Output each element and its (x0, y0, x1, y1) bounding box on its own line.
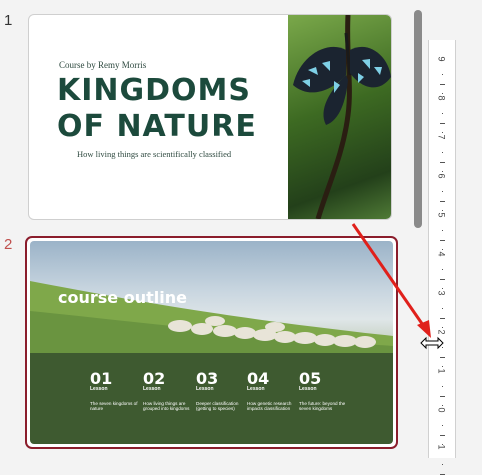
slide-thumbnail-2-selected[interactable]: course outline 01 Lesson The seven kingd… (25, 236, 398, 449)
ruler-tick (440, 83, 445, 85)
slide-thumbnail-1[interactable]: Course by Remy Morris KINGDOMS OF NATURE… (28, 14, 392, 220)
scrollbar-thumb[interactable] (414, 10, 422, 228)
lesson-4: 04 Lesson How genetic research impacts c… (247, 371, 297, 412)
lesson-3: 03 Lesson Deeper classification (getting… (196, 371, 246, 412)
lesson-description: How living things are grouped into kingd… (143, 401, 190, 412)
lesson-label: Lesson (299, 386, 317, 392)
lesson-number: 05 (299, 369, 322, 388)
lesson-label: Lesson (196, 386, 214, 392)
ruler-tick (442, 288, 443, 290)
ruler-tick (442, 73, 443, 75)
lesson-number: 03 (196, 369, 219, 388)
ruler-tick (442, 385, 443, 387)
ruler-tick (442, 112, 443, 114)
ruler-tick (440, 239, 445, 241)
slide-number-2: 2 (4, 236, 13, 253)
ruler-tick (442, 190, 443, 192)
ruler-digit: 1 (436, 368, 447, 374)
ruler-digit: 3 (436, 290, 447, 296)
slide-number-1: 1 (4, 12, 13, 29)
ruler-tick (440, 161, 445, 163)
ruler-tick (442, 327, 443, 329)
lesson-description: The seven kingdoms of nature (90, 401, 138, 412)
lesson-description: Deeper classification (getting to specie… (196, 401, 239, 412)
slide-panel-scrollbar[interactable] (411, 0, 425, 458)
slide-byline: Course by Remy Morris (59, 60, 147, 70)
ruler-tick (442, 249, 443, 251)
ruler-tick (440, 317, 445, 319)
ruler-tick (442, 463, 443, 465)
slide-title: KINGDOMS OF NATURE (57, 73, 257, 145)
ruler-tick (442, 229, 443, 231)
resize-horizontal-cursor-icon (420, 336, 444, 350)
slide-title-line-2: OF NATURE (57, 109, 257, 144)
slide-title-line-1: KINGDOMS (57, 73, 252, 108)
butterfly-photo (288, 15, 391, 219)
ruler-tick (442, 444, 443, 446)
ruler-tick (440, 395, 445, 397)
lesson-2: 02 Lesson How living things are grouped … (143, 371, 193, 412)
ruler-digit: 4 (436, 251, 447, 257)
lesson-description: The future: beyond the seven kingdoms (299, 401, 346, 412)
ruler-digit: 8 (436, 95, 447, 101)
ruler-tick (442, 93, 443, 95)
lesson-label: Lesson (143, 386, 161, 392)
lesson-number: 02 (143, 369, 166, 388)
ruler-tick (442, 405, 443, 407)
ruler-tick (442, 132, 443, 134)
vertical-ruler[interactable]: 9 8 7 6 5 4 3 2 1 0 1 (428, 40, 456, 475)
ruler-digit: 0 (436, 407, 447, 413)
slide-thumbnail-2: course outline 01 Lesson The seven kingd… (30, 241, 393, 444)
lesson-1: 01 Lesson The seven kingdoms of nature (90, 371, 140, 412)
ruler-digit: 9 (436, 56, 447, 62)
ruler-tick (440, 356, 445, 358)
ruler-tick (442, 268, 443, 270)
ruler-tick (440, 122, 445, 124)
ruler-tick (442, 366, 443, 368)
ruler-tick (440, 434, 445, 436)
ruler-digit: 2 (436, 329, 447, 335)
ruler-tick (440, 473, 445, 475)
ruler-tick (440, 278, 445, 280)
ruler-digit: 7 (436, 134, 447, 140)
lessons-band: 01 Lesson The seven kingdoms of nature 0… (30, 353, 393, 444)
ruler-tick (442, 424, 443, 426)
ruler-tick (442, 151, 443, 153)
ruler-tick (442, 171, 443, 173)
lesson-number: 01 (90, 369, 113, 388)
ruler-digit: 5 (436, 212, 447, 218)
lesson-label: Lesson (247, 386, 265, 392)
ruler-tick (442, 307, 443, 309)
lesson-number: 04 (247, 369, 270, 388)
ruler-digit: 6 (436, 173, 447, 179)
butterfly-icon (293, 15, 391, 219)
ruler-tick (440, 200, 445, 202)
lesson-5: 05 Lesson The future: beyond the seven k… (299, 371, 349, 412)
lesson-label: Lesson (90, 386, 108, 392)
lesson-description: How genetic research impacts classificat… (247, 401, 292, 412)
slide-subtitle: How living things are scientifically cla… (77, 149, 232, 159)
ruler-tick (442, 210, 443, 212)
slide-heading: course outline (58, 288, 187, 307)
